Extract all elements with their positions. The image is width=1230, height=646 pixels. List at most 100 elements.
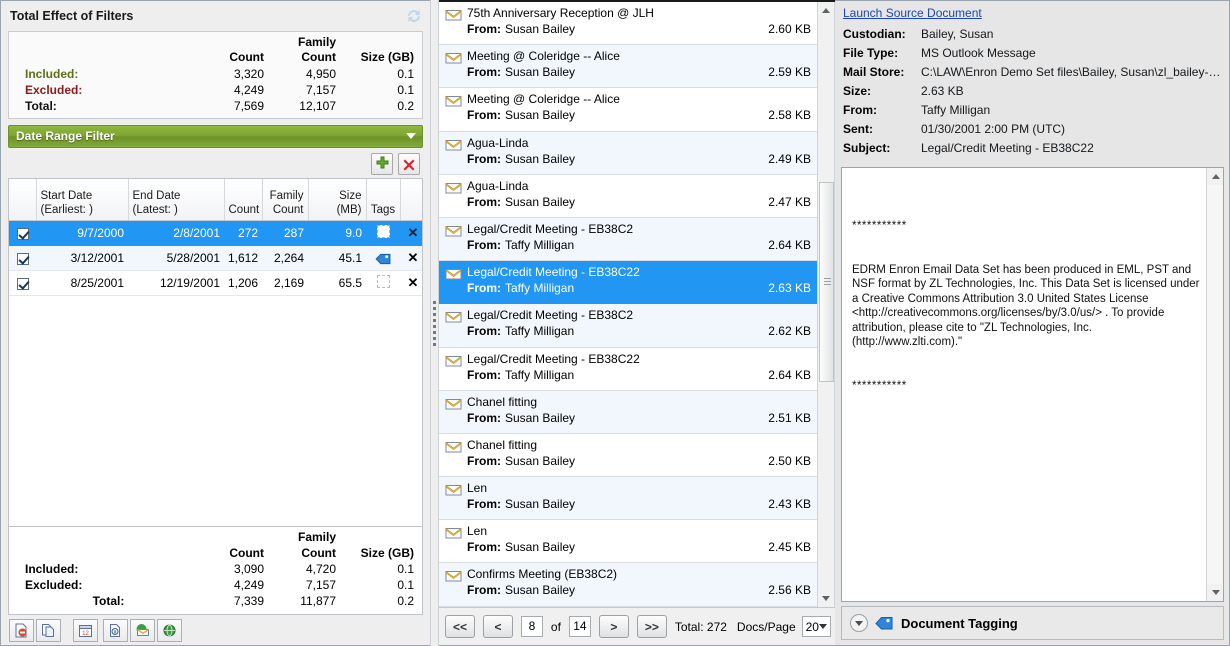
list-item[interactable]: Legal/Credit Meeting - EB38C2 From: Taffy … (438, 304, 817, 348)
list-item[interactable]: Chanel fitting From: Susan Bailey 2.51 KB (438, 390, 817, 434)
metadata-value: Taffy Milligan (920, 103, 991, 117)
refresh-icon[interactable] (404, 6, 424, 26)
delete-filter-button[interactable] (398, 152, 420, 175)
bottom-excluded-count: 4,249 (233, 578, 264, 592)
mail-from-value: Susan Bailey (504, 108, 576, 123)
row-size: 65.5 (308, 270, 366, 297)
mail-size: 2.51 KB (768, 410, 811, 425)
tag-placeholder-white-icon[interactable] (366, 220, 400, 247)
first-page-button[interactable]: << (444, 615, 475, 638)
row-checkbox[interactable] (9, 245, 36, 272)
scrollbar-thumb[interactable] (818, 182, 834, 382)
list-item[interactable]: Legal/Credit Meeting - EB38C22 From: Taffy… (438, 261, 817, 305)
mail-from-value: Taffy Milligan (504, 237, 575, 252)
chevron-down-icon[interactable] (406, 133, 416, 140)
tag-placeholder-gray-icon[interactable] (366, 270, 400, 297)
table-row[interactable]: 9/7/2000 2/8/2001 272 287 9.0 ✕ (9, 220, 422, 247)
header-end-date[interactable]: End Date (Latest: ) (128, 178, 225, 222)
mail-from-label: From: (466, 367, 501, 382)
mail-list[interactable]: 75th Anniversary Reception @ JLH From: Sus… (438, 2, 835, 607)
email-globe-button[interactable] (130, 618, 155, 642)
row-checkbox[interactable] (9, 220, 36, 247)
docs-per-page-select[interactable]: 20 (801, 616, 831, 637)
email-icon-wrap (445, 437, 467, 474)
add-filter-button[interactable] (371, 152, 393, 175)
header-select-all[interactable] (9, 178, 37, 222)
mail-item-body: Chanel fitting From: Susan Bailey 2.50 KB (467, 437, 811, 474)
date-range-filter-header[interactable]: Date Range Filter (8, 124, 423, 148)
header-start-date-line2: (Earliest: ) (40, 204, 93, 216)
list-item[interactable]: Confirms Meeting (EB38C2) From: Susan Bail… (438, 563, 817, 607)
chevron-down-icon[interactable] (818, 624, 827, 629)
header-start-date[interactable]: Start Date (Earliest: ) (36, 178, 129, 222)
metadata-row: Subject: Legal/Credit Meeting - EB38C22 (843, 139, 1225, 158)
header-tags[interactable]: Tags (366, 178, 401, 222)
mail-size: 2.64 KB (768, 367, 811, 382)
splitter-left[interactable] (430, 0, 439, 646)
close-x-icon[interactable]: ✕ (400, 245, 422, 272)
header-count[interactable]: Count (224, 178, 263, 222)
document-body-viewer[interactable]: *********** EDRM Enron Email Data Set ha… (840, 167, 1224, 602)
total-pages-input[interactable]: 14 (568, 616, 591, 637)
list-item[interactable]: Meeting @ Coleridge -- Alice From: Susan B… (438, 88, 817, 132)
document-scrollbar[interactable] (1206, 168, 1223, 601)
mail-list-scrollbar[interactable] (816, 2, 834, 607)
table-row[interactable]: 8/25/2001 12/19/2001 1,206 2,169 65.5 ✕ (9, 270, 422, 297)
doc-scroll-up-button[interactable] (1207, 168, 1223, 185)
scroll-up-button[interactable] (817, 2, 834, 19)
triangle-down-icon (1211, 590, 1220, 595)
header-size[interactable]: Size (MB) (308, 178, 367, 222)
list-item[interactable]: Legal/Credit Meeting - EB38C22 From: Taffy… (438, 347, 817, 391)
chevron-down-circle-icon[interactable] (849, 614, 868, 632)
list-item[interactable]: Legal/Credit Meeting - EB38C2 From: Taffy … (438, 217, 817, 262)
row-checkbox[interactable] (9, 270, 36, 297)
list-item[interactable]: Len From: Susan Bailey 2.43 KB (438, 477, 817, 521)
document-copy-button[interactable] (36, 618, 61, 642)
filter-action-buttons (1, 148, 430, 178)
table-row[interactable]: 3/12/2001 5/28/2001 1,612 2,264 45.1 ✕ (9, 245, 422, 272)
calendar-button[interactable]: 12 (73, 618, 98, 642)
header-family-count[interactable]: Family Count (262, 178, 309, 222)
list-item[interactable]: Meeting @ Coleridge -- Alice From: Susan B… (438, 45, 817, 89)
globe-button[interactable] (157, 618, 182, 642)
list-item[interactable]: Chanel fitting From: Susan Bailey 2.50 KB (438, 433, 817, 478)
excluded-count: 4,249 (233, 82, 264, 97)
docs-per-page-label: Docs/Page (736, 619, 796, 634)
metadata-row: File Type: MS Outlook Message (843, 44, 1225, 63)
tag-blue-icon[interactable] (366, 245, 400, 272)
row-family-count: 2,169 (262, 270, 308, 297)
launch-source-document-link[interactable]: Launch Source Document (843, 6, 982, 20)
total-docs-label: Total: 272 (674, 619, 727, 634)
document-stop-button[interactable] (9, 618, 34, 642)
list-item[interactable]: 75th Anniversary Reception @ JLH From: Sus… (438, 2, 817, 46)
next-page-button[interactable]: > (598, 615, 629, 638)
close-x-icon[interactable]: ✕ (400, 220, 422, 247)
scroll-down-button[interactable] (817, 590, 834, 607)
document-info-button[interactable] (103, 618, 128, 642)
mail-item-body: Legal/Credit Meeting - EB38C22 From: Taffy… (467, 264, 811, 301)
previous-page-button[interactable]: < (482, 615, 513, 638)
totals-row-excluded: Excluded: 4,249 7,157 0.1 (15, 82, 416, 98)
header-start-date-line1: Start Date (40, 189, 93, 202)
list-item[interactable]: Len From: Susan Bailey 2.45 KB (438, 520, 817, 564)
last-page-button[interactable]: >> (636, 615, 667, 638)
bottom-excluded-family-count: 7,157 (305, 578, 336, 592)
document-tagging-bar[interactable]: Document Tagging (840, 606, 1224, 640)
row-family-count: 287 (262, 220, 308, 247)
metadata-row: From: Taffy Milligan (843, 101, 1225, 120)
doc-scroll-down-button[interactable] (1207, 584, 1223, 601)
metadata-key: File Type: (842, 46, 899, 60)
list-item[interactable]: Agua-Linda From: Susan Bailey 2.47 KB (438, 174, 817, 218)
mail-item-body: Len From: Susan Bailey 2.43 KB (467, 480, 811, 517)
included-count: 3,320 (233, 66, 264, 81)
mail-size: 2.56 KB (768, 583, 811, 598)
bottom-count-header: Count (229, 545, 264, 560)
mail-size: 2.63 KB (768, 281, 811, 296)
mail-list-panel: 75th Anniversary Reception @ JLH From: Sus… (438, 0, 835, 646)
page-number-input[interactable]: 8 (520, 616, 543, 637)
list-item[interactable]: Agua-Linda From: Susan Bailey 2.49 KB (438, 131, 817, 175)
document-stars-top: *********** (851, 220, 907, 232)
close-x-icon[interactable]: ✕ (400, 270, 422, 297)
mail-item-body: Agua-Linda From: Susan Bailey 2.49 KB (467, 135, 811, 172)
document-stop-icon (15, 623, 27, 637)
